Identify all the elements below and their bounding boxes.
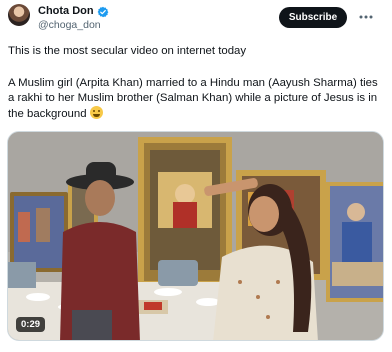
more-options-icon[interactable] [357, 9, 375, 25]
verified-badge-icon [97, 5, 109, 18]
tweet-text-paragraph: A Muslim girl (Arpita Khan) married to a… [8, 76, 384, 122]
author-name-row: Chota Don [38, 5, 109, 18]
tweet-text-line1: This is the most secular video on intern… [8, 45, 247, 57]
tweet-text-line2: A Muslim girl (Arpita Khan) married to a… [8, 77, 378, 120]
subscribe-button[interactable]: Subscribe [279, 7, 347, 28]
author-handle[interactable]: @choga_don [38, 19, 101, 31]
video-thumbnail [8, 132, 383, 340]
crying-face-emoji [89, 106, 103, 119]
video-duration-badge: 0:29 [16, 317, 46, 332]
author-display-name[interactable]: Chota Don [38, 5, 94, 17]
tweet-card: Chota Don @choga_don Subscribe This is t… [0, 0, 392, 352]
tweet-video[interactable]: 0:29 [7, 131, 384, 341]
author-avatar[interactable] [8, 4, 30, 26]
